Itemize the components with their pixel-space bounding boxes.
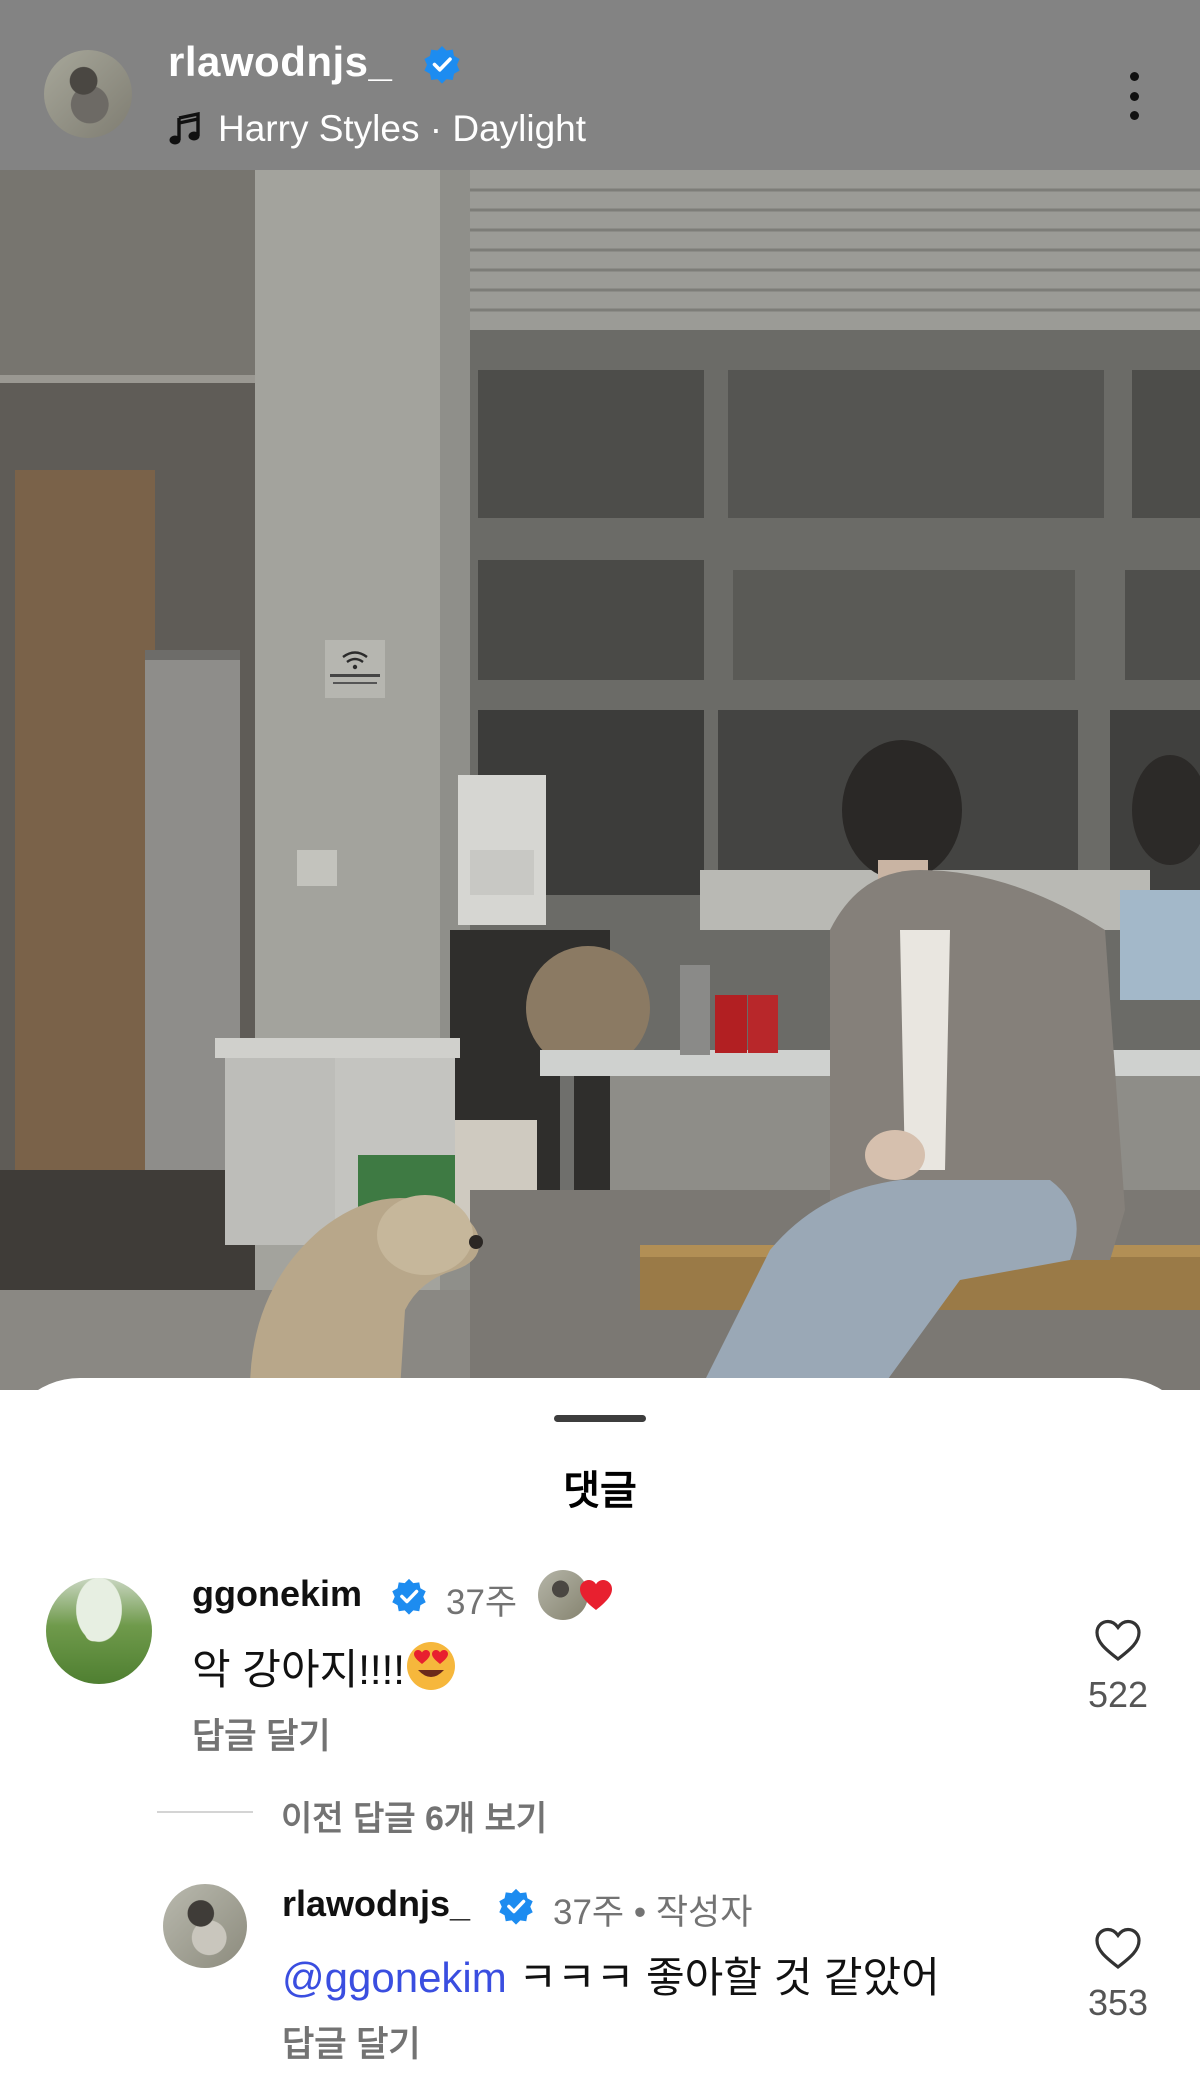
post-photo[interactable] xyxy=(0,170,1200,1390)
reply-timestamp: 37주 xyxy=(553,1893,625,1932)
post-header: rlawodnjs_ Harry Styles · Daylight xyxy=(0,0,1200,170)
commenter-avatar[interactable] xyxy=(46,1578,152,1684)
author-tag: • 작성자 xyxy=(633,1893,753,1932)
more-options-button[interactable] xyxy=(1116,66,1152,126)
reply-text: @ggonekim ㅋㅋㅋ 좋아할 것 같았어 xyxy=(282,1944,940,2005)
mention-link[interactable]: @ggonekim xyxy=(282,1954,507,2001)
heart-eyes-emoji-icon xyxy=(407,1642,455,1690)
reply-author-avatar[interactable] xyxy=(163,1884,247,1968)
author-avatar[interactable] xyxy=(44,50,132,138)
author-username[interactable]: rlawodnjs_ xyxy=(168,38,392,86)
post-photo-image xyxy=(0,170,1200,1390)
replies-divider xyxy=(157,1811,253,1813)
like-count: 353 xyxy=(1087,1982,1149,2023)
verified-badge-icon xyxy=(392,1578,426,1615)
like-count: 522 xyxy=(1087,1674,1149,1715)
view-previous-replies-button[interactable]: 이전 답글 6개 보기 xyxy=(281,1791,547,1840)
music-note-icon xyxy=(169,112,200,145)
verified-badge-icon xyxy=(424,46,460,84)
more-dot-icon xyxy=(1129,111,1139,120)
verified-badge-icon xyxy=(499,1888,533,1925)
comment-timestamp: 37주 xyxy=(446,1583,518,1622)
reply-button[interactable]: 답글 달기 xyxy=(282,2016,421,2067)
reply-meta: 37주 • 작성자 xyxy=(553,1884,752,1935)
reply-text-body: ㅋㅋㅋ 좋아할 것 같았어 xyxy=(506,1954,940,2001)
music-track-label: Harry Styles · Daylight xyxy=(218,108,587,149)
comments-sheet: 댓글 ggonekim 37주 악 강아지!!!! 답글 달기 522 이전 답… xyxy=(0,1378,1200,2092)
reply-author-username[interactable]: rlawodnjs_ xyxy=(282,1883,470,1925)
author-liked-heart-icon xyxy=(580,1580,612,1610)
music-track[interactable]: Harry Styles · Daylight xyxy=(168,105,586,153)
more-dot-icon xyxy=(1129,72,1139,81)
reply-button[interactable]: 답글 달기 xyxy=(192,1708,331,1759)
like-heart-icon[interactable] xyxy=(1094,1926,1142,1970)
sheet-title: 댓글 xyxy=(563,1469,637,1513)
more-dot-icon xyxy=(1129,91,1139,101)
like-heart-icon[interactable] xyxy=(1094,1618,1142,1662)
commenter-username[interactable]: ggonekim xyxy=(192,1573,362,1615)
sheet-drag-handle[interactable] xyxy=(554,1415,646,1422)
comment-text: 악 강아지!!!! xyxy=(192,1646,405,1693)
